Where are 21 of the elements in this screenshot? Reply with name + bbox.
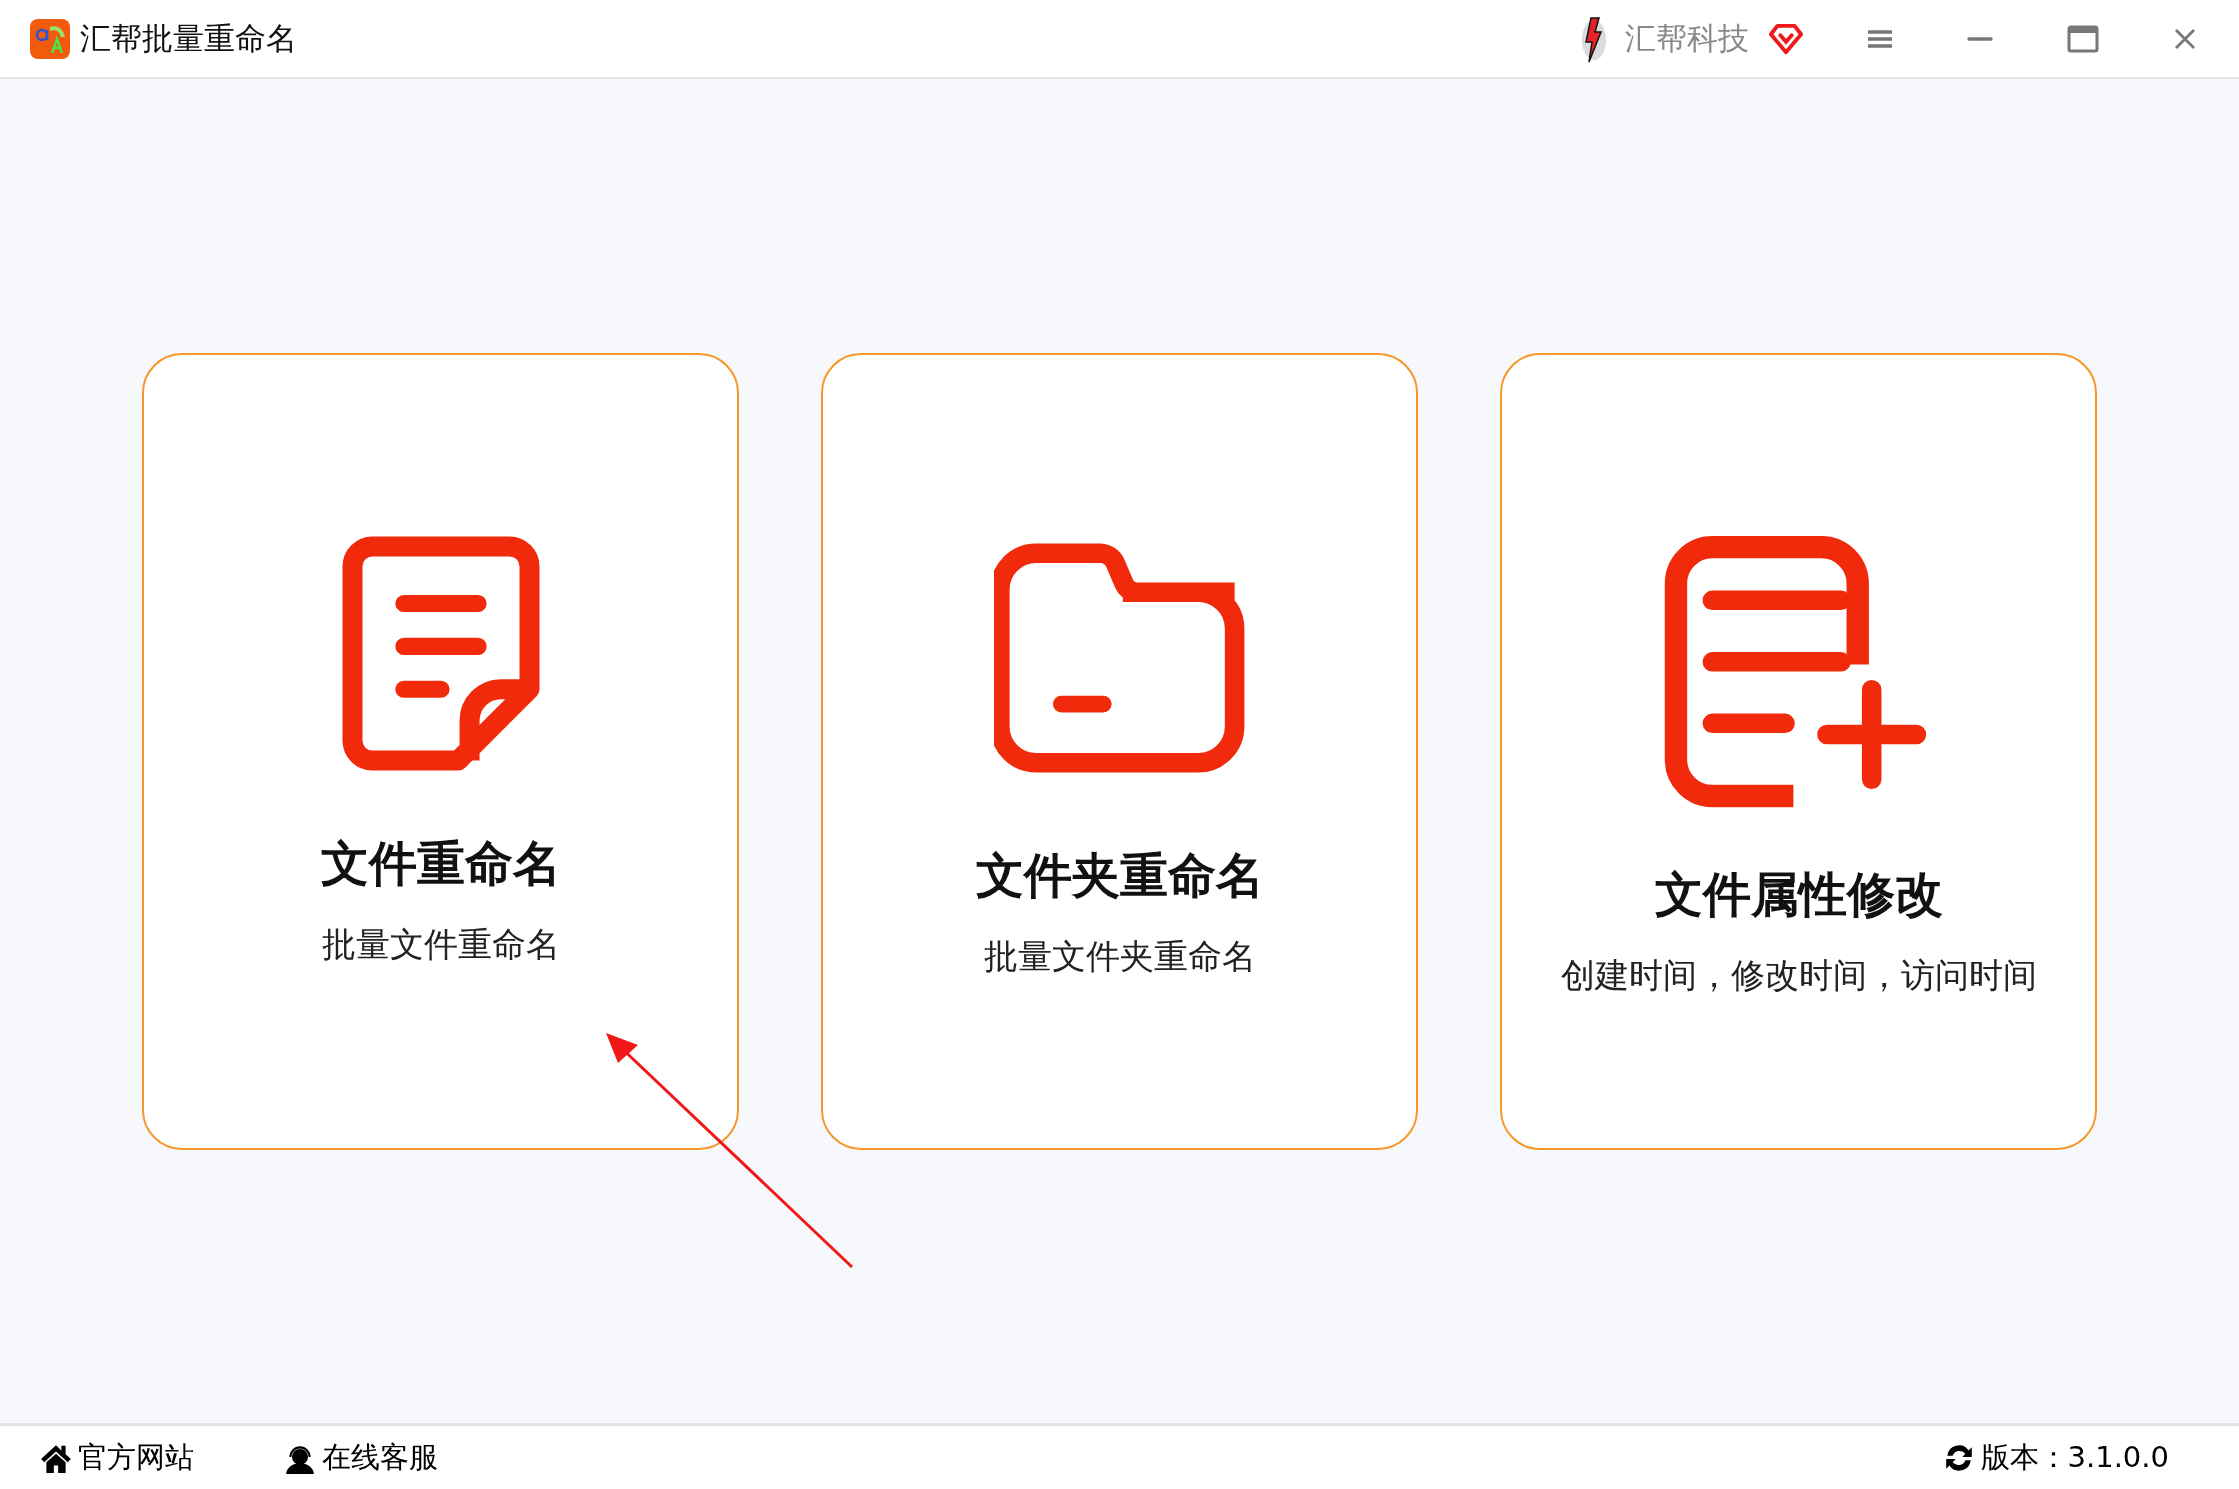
rename-option-card[interactable]: 文件重命名 批量文件重命名 bbox=[142, 352, 739, 1150]
card-title: 文件夹重命名 bbox=[975, 846, 1264, 905]
brand-name: 汇帮科技 bbox=[1625, 18, 1749, 58]
rename-option-card[interactable]: 文件属性修改 创建时间，修改时间，访问时间 bbox=[1500, 352, 2097, 1150]
close-icon[interactable] bbox=[2173, 26, 2197, 51]
card-title: 文件属性修改 bbox=[1654, 865, 1943, 924]
card-title: 文件重命名 bbox=[320, 833, 561, 893]
card-subtitle: 批量文件重命名 bbox=[321, 922, 560, 966]
card-subtitle: 批量文件夹重命名 bbox=[983, 935, 1256, 978]
maximize-icon[interactable] bbox=[2067, 24, 2099, 53]
website-link[interactable]: 官方网站 bbox=[40, 1437, 194, 1478]
card-subtitle: 创建时间，修改时间，访问时间 bbox=[1560, 954, 2037, 997]
rename-option-card[interactable]: 文件夹重命名 批量文件夹重命名 bbox=[821, 352, 1418, 1150]
menu-icon[interactable] bbox=[1867, 27, 1893, 50]
diamond-icon[interactable] bbox=[1769, 21, 1803, 56]
version-label: 版本：3.1.0.0 bbox=[1980, 1438, 2169, 1476]
document-icon bbox=[340, 534, 541, 772]
app-logo-icon bbox=[30, 18, 70, 59]
window-title: 汇帮批量重命名 bbox=[80, 18, 297, 58]
folder-icon bbox=[993, 542, 1246, 774]
support-link[interactable]: 在线客服 bbox=[284, 1437, 438, 1478]
